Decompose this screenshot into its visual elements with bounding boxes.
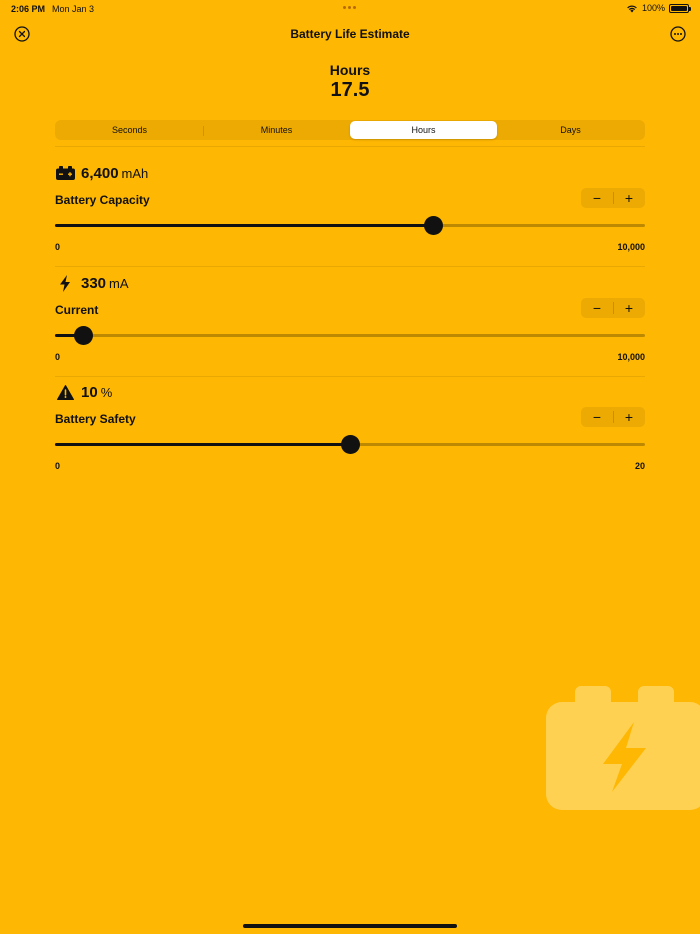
battery-safety-header: 10 % [55,382,112,402]
page-title: Battery Life Estimate [290,27,410,41]
segment-hours[interactable]: Hours [350,121,497,139]
battery-capacity-value: 6,400 [81,164,119,182]
battery-safety-increment-button[interactable]: + [613,407,645,427]
battery-capacity-slider[interactable] [55,216,645,235]
battery-safety-max: 20 [634,461,645,471]
status-time: 2:06 PM [11,4,46,14]
wifi-icon [627,5,637,12]
battery-capacity-unit: mAh [121,165,149,181]
battery-capacity-min: 0 [55,242,61,252]
segment-days[interactable]: Days [497,121,644,139]
background-battery-bolt-icon [546,686,700,810]
result-value: 17.5 [330,79,370,101]
current-min: 0 [55,352,61,362]
battery-capacity-stepper: − + [581,188,645,208]
multitasking-dots-icon[interactable] [343,6,356,9]
battery-safety-section: 10 % Battery Safety − + 0 20 [55,382,645,492]
battery-capacity-section: 6,400 mAh Battery Capacity − + 0 10,000 [55,163,645,273]
status-battery-icon [669,3,691,13]
status-right: 100% [626,3,691,13]
battery-icon [55,165,75,181]
current-header: 330 mA [55,273,129,293]
current-label: Current [55,303,99,317]
divider [55,376,645,377]
current-increment-button[interactable]: + [613,298,645,318]
current-stepper: − + [581,298,645,318]
battery-safety-label: Battery Safety [55,412,136,426]
bolt-icon [55,274,75,292]
current-max: 10,000 [617,352,645,362]
slider-thumb[interactable] [423,216,443,235]
battery-safety-slider[interactable] [55,435,645,454]
battery-safety-stepper: − + [581,407,645,427]
time-unit-segmented-control: Seconds Minutes Hours Days [55,120,645,140]
battery-capacity-header: 6,400 mAh [55,163,148,183]
battery-safety-value: 10 [81,383,98,401]
battery-safety-decrement-button[interactable]: − [581,407,613,427]
slider-fill [55,443,350,446]
result-label: Hours [329,62,371,78]
slider-fill [55,224,433,227]
status-date: Mon Jan 3 [52,4,95,14]
battery-capacity-max: 10,000 [617,242,645,252]
segment-minutes[interactable]: Minutes [203,121,350,139]
battery-safety-unit: % [100,384,113,400]
current-slider[interactable] [55,326,645,345]
battery-capacity-increment-button[interactable]: + [613,188,645,208]
divider [55,146,645,147]
current-decrement-button[interactable]: − [581,298,613,318]
divider [55,266,645,267]
current-section: 330 mA Current − + 0 10,000 [55,273,645,383]
slider-thumb[interactable] [74,326,94,345]
home-indicator[interactable] [243,924,457,928]
current-unit: mA [109,275,129,291]
slider-thumb[interactable] [341,435,360,454]
battery-capacity-label: Battery Capacity [55,193,150,207]
current-value: 330 [81,274,107,292]
nav-bar: Battery Life Estimate [0,22,700,46]
battery-capacity-decrement-button[interactable]: − [581,188,613,208]
warning-icon [55,384,75,400]
segment-seconds[interactable]: Seconds [56,121,203,139]
result-display: Hours 17.5 [0,62,700,102]
battery-safety-min: 0 [55,461,61,471]
ellipsis-circle-icon[interactable] [670,26,686,42]
battery-percent: 100% [641,3,665,13]
status-bar: 2:06 PM Mon Jan 3 100% [0,0,700,18]
